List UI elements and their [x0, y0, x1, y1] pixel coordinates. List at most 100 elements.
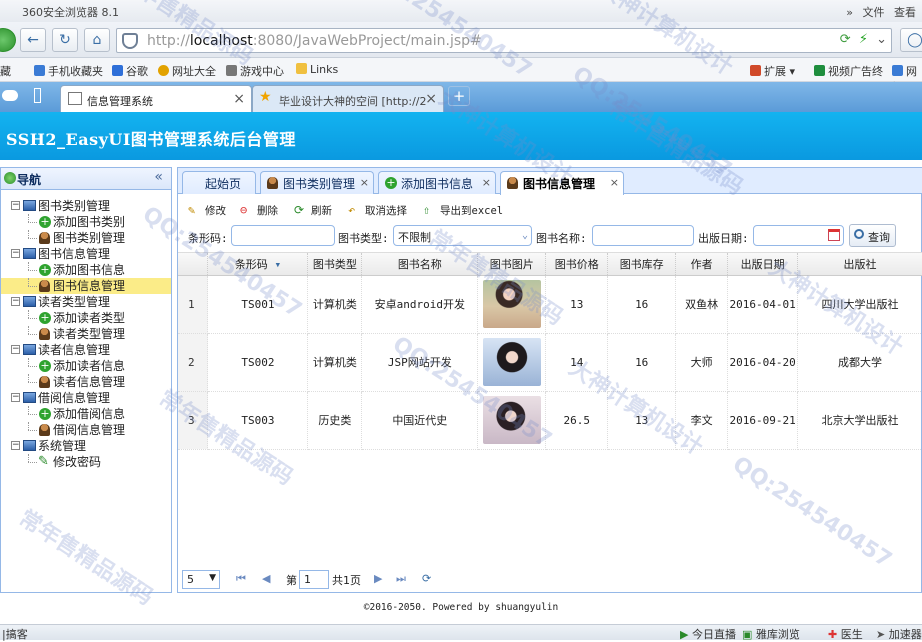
cell-name[interactable]: 安卓android开发: [361, 275, 479, 334]
tree-item[interactable]: ✎ 修改密码: [1, 454, 171, 470]
address-bar[interactable]: http://localhost:8080/JavaWebProject/mai…: [116, 28, 892, 53]
cell-price[interactable]: 14: [545, 333, 609, 392]
refresh-grid-button[interactable]: ⟳ 刷新: [294, 203, 332, 218]
type-select[interactable]: 不限制 ⌄: [393, 225, 532, 246]
cell-image[interactable]: [477, 275, 547, 334]
tree-group[interactable]: − 借阅信息管理: [1, 390, 171, 406]
col-name[interactable]: 图书名称: [361, 253, 479, 276]
collapse-toggle-icon[interactable]: −: [11, 441, 20, 450]
tree-item[interactable]: + 添加图书类别: [1, 214, 171, 230]
col-stock[interactable]: 图书库存: [607, 253, 677, 276]
next-page-icon[interactable]: ▶: [374, 572, 382, 585]
col-author[interactable]: 作者: [675, 253, 729, 276]
cell-price[interactable]: 26.5: [545, 391, 609, 450]
first-page-icon[interactable]: ⏮: [236, 572, 246, 586]
cancel-select-button[interactable]: ↶ 取消选择: [348, 203, 407, 218]
cell-image[interactable]: [477, 333, 547, 392]
cell-type[interactable]: 历史类: [307, 391, 363, 450]
cell-stock[interactable]: 13: [607, 391, 677, 450]
bookmark-sites[interactable]: 网址大全: [158, 63, 216, 79]
tree-item[interactable]: + 添加读者信息: [1, 358, 171, 374]
menu-file[interactable]: 文件: [863, 6, 885, 19]
bookmark-google[interactable]: 谷歌: [112, 63, 148, 79]
name-input[interactable]: [592, 225, 694, 246]
barcode-input[interactable]: [231, 225, 335, 246]
address-actions[interactable]: ⟳ ⚡ ⌄: [840, 32, 887, 47]
tree-item[interactable]: 读者类型管理: [1, 326, 171, 342]
cell-image[interactable]: [477, 391, 547, 450]
tree-item[interactable]: 图书类别管理: [1, 230, 171, 246]
cell-author[interactable]: 大师: [675, 333, 729, 392]
cell-stock[interactable]: 16: [607, 333, 677, 392]
cloud-icon[interactable]: [2, 90, 18, 101]
cell-type[interactable]: 计算机类: [307, 333, 363, 392]
collapse-toggle-icon[interactable]: −: [11, 345, 20, 354]
menu-view[interactable]: 查看: [894, 6, 916, 19]
page-size-select[interactable]: 5 ▼: [182, 570, 220, 589]
bookmark-adblock[interactable]: 视频广告终: [814, 63, 883, 79]
new-tab-button[interactable]: +: [448, 86, 470, 106]
collapse-nav-button[interactable]: «: [154, 169, 163, 185]
tab-start-page[interactable]: 起始页: [182, 171, 256, 194]
collapse-toggle-icon[interactable]: −: [11, 249, 20, 258]
date-input[interactable]: [753, 225, 844, 246]
tree-group[interactable]: − 读者信息管理: [1, 342, 171, 358]
cell-type[interactable]: 计算机类: [307, 275, 363, 334]
home-button[interactable]: ⌂: [84, 28, 110, 52]
tree-group[interactable]: − 系统管理: [1, 438, 171, 454]
tree-group[interactable]: − 图书信息管理: [1, 246, 171, 262]
window-menu[interactable]: » 文件 查看: [846, 4, 916, 20]
col-type[interactable]: 图书类型: [307, 253, 363, 276]
tab-add-book[interactable]: + 添加图书信息 ×: [378, 171, 496, 194]
browser-tab[interactable]: ★ 毕业设计大神的空间 [http://2 ×: [252, 85, 444, 112]
collapse-toggle-icon[interactable]: −: [11, 297, 20, 306]
edit-button[interactable]: ✎ 修改: [188, 203, 226, 218]
tree-item[interactable]: 读者信息管理: [1, 374, 171, 390]
cell-price[interactable]: 13: [545, 275, 609, 334]
extension-button[interactable]: ◯: [900, 28, 922, 52]
query-button[interactable]: 查询: [849, 224, 896, 247]
delete-button[interactable]: ⊖ 删除: [240, 203, 278, 218]
cell-barcode[interactable]: TS003: [207, 391, 309, 450]
col-date[interactable]: 出版日期: [727, 253, 799, 276]
cell-barcode[interactable]: TS002: [207, 333, 309, 392]
table-row[interactable]: 2 TS002 计算机类 JSP网站开发 14 16 大师 2016-04-20 成都大学: [178, 333, 922, 392]
page-number-input[interactable]: 1: [299, 570, 329, 589]
tab-category-manage[interactable]: 图书类别管理 ×: [260, 171, 374, 194]
cell-date[interactable]: 2016-04-01: [727, 275, 799, 334]
last-page-icon[interactable]: ⏭: [396, 572, 406, 586]
close-tab-button[interactable]: ×: [482, 176, 491, 189]
cell-name[interactable]: 中国近代史: [361, 391, 479, 450]
cell-author[interactable]: 李文: [675, 391, 729, 450]
bookmark-favorites[interactable]: 藏: [0, 63, 11, 79]
col-publisher[interactable]: 出版社: [797, 253, 922, 276]
cell-date[interactable]: 2016-09-21: [727, 391, 799, 450]
tab-book-manage[interactable]: 图书信息管理 ×: [500, 171, 624, 195]
col-price[interactable]: 图书价格: [545, 253, 609, 276]
col-barcode[interactable]: 条形码 ▾: [207, 253, 309, 276]
export-excel-button[interactable]: ⇧ 导出到excel: [423, 203, 503, 218]
refresh-button[interactable]: ↻: [52, 28, 78, 52]
tree-group[interactable]: − 读者类型管理: [1, 294, 171, 310]
cell-stock[interactable]: 16: [607, 275, 677, 334]
sidebar-toggle-icon[interactable]: [34, 88, 41, 103]
collapse-toggle-icon[interactable]: −: [11, 201, 20, 210]
cell-publisher[interactable]: 成都大学: [797, 333, 922, 392]
tree-item[interactable]: + 添加图书信息: [1, 262, 171, 278]
tree-item[interactable]: 借阅信息管理: [1, 422, 171, 438]
prev-page-icon[interactable]: ◀: [262, 572, 270, 585]
col-image[interactable]: 图书图片: [477, 253, 547, 276]
address-url[interactable]: http://localhost:8080/JavaWebProject/mai…: [147, 33, 482, 49]
bookmark-games[interactable]: 游戏中心: [226, 63, 284, 79]
close-tab-button[interactable]: ×: [233, 91, 245, 107]
close-tab-button[interactable]: ×: [360, 176, 369, 189]
table-row[interactable]: 3 TS003 历史类 中国近代史 26.5 13 李文 2016-09-21 北京大学出版社: [178, 391, 922, 450]
cell-date[interactable]: 2016-04-20: [727, 333, 799, 392]
browser-tab-active[interactable]: 信息管理系统 ×: [60, 85, 252, 112]
cell-author[interactable]: 双鱼林: [675, 275, 729, 334]
menu-more[interactable]: »: [846, 6, 853, 19]
tree-item[interactable]: + 添加借阅信息: [1, 406, 171, 422]
back-button[interactable]: ←: [20, 28, 46, 52]
close-tab-button[interactable]: ×: [610, 176, 619, 189]
table-row[interactable]: 1 TS001 计算机类 安卓android开发 13 16 双鱼林 2016-04-01 四川…: [178, 275, 922, 334]
